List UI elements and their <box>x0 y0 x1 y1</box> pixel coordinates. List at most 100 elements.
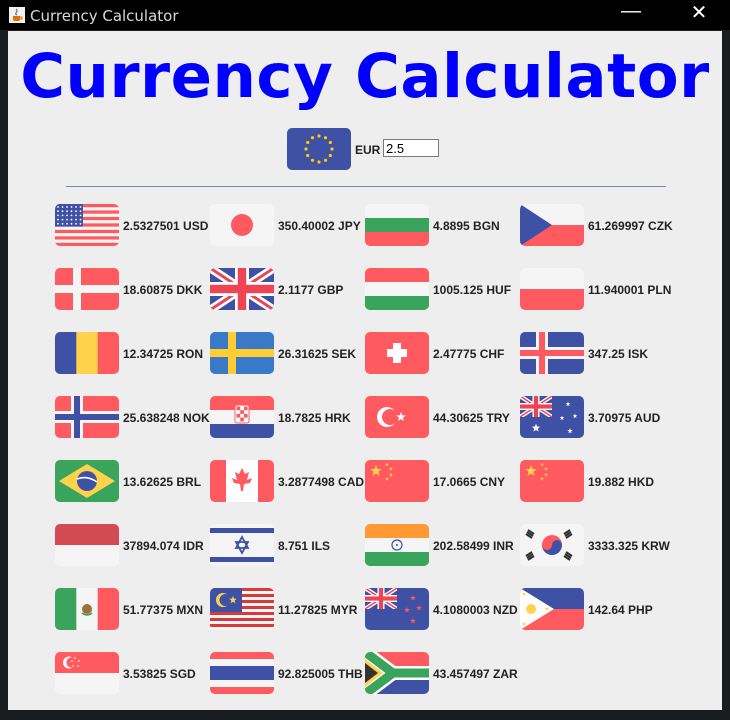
sg-flag-icon <box>55 652 119 694</box>
minimize-button[interactable]: — <box>616 0 646 30</box>
currency-rate-zar: 43.457497 ZAR <box>365 652 520 696</box>
currency-rate-idr: 37894.074 IDR <box>55 524 210 568</box>
currency-rate-mxn: 51.77375 MXN <box>55 588 210 632</box>
rate-value: 13.62625 BRL <box>123 475 202 489</box>
currency-rate-pln: 11.940001 PLN <box>520 268 675 312</box>
au-flag-icon <box>520 396 584 438</box>
rate-value: 3333.325 KRW <box>588 539 670 553</box>
rate-value: 3.2877498 CAD <box>278 475 365 489</box>
rate-value: 17.0665 CNY <box>433 475 506 489</box>
currency-rate-isk: 347.25 ISK <box>520 332 675 376</box>
rate-value: 2.5327501 USD <box>123 219 209 233</box>
rate-value: 347.25 ISK <box>588 347 649 361</box>
ch-flag-icon <box>365 332 429 374</box>
us-flag-icon <box>55 204 119 246</box>
currency-rate-ils: 8.751 ILS <box>210 524 365 568</box>
rate-value: 37894.074 IDR <box>123 539 204 553</box>
rate-value: 3.70975 AUD <box>588 411 661 425</box>
rate-value: 3.53825 SGD <box>123 667 196 681</box>
ph-flag-icon <box>520 588 584 630</box>
amount-input[interactable] <box>383 139 439 157</box>
currency-rate-nzd: 4.1080003 NZD <box>365 588 520 632</box>
currency-rate-sek: 26.31625 SEK <box>210 332 365 376</box>
rate-value: 11.27825 MYR <box>278 603 358 617</box>
page-title: Currency Calculator <box>20 41 710 112</box>
currency-rate-nok: 25.638248 NOK <box>55 396 210 440</box>
rate-value: 2.1177 GBP <box>278 283 344 297</box>
jp-flag-icon <box>210 204 274 246</box>
currency-rate-cny: 17.0665 CNY <box>365 460 520 504</box>
gb-flag-icon <box>210 268 274 310</box>
currency-rate-thb: 92.825005 THB <box>210 652 365 696</box>
rate-value: 51.77375 MXN <box>123 603 204 617</box>
hu-flag-icon <box>365 268 429 310</box>
bg-flag-icon <box>365 204 429 246</box>
currency-rate-bgn: 4.8895 BGN <box>365 204 520 248</box>
kr-flag-icon <box>520 524 584 566</box>
hr-flag-icon <box>210 396 274 438</box>
se-flag-icon <box>210 332 274 374</box>
th-flag-icon <box>210 652 274 694</box>
rate-value: 12.34725 RON <box>123 347 204 361</box>
window-title: Currency Calculator <box>30 7 179 25</box>
is-flag-icon <box>520 332 584 374</box>
currency-rate-php: 142.64 PHP <box>520 588 675 632</box>
rate-value: 61.269997 CZK <box>588 219 673 233</box>
currency-rate-inr: 202.58499 INR <box>365 524 520 568</box>
za-flag-icon <box>365 652 429 694</box>
rate-value: 18.7825 HRK <box>278 411 351 425</box>
rate-value: 43.457497 ZAR <box>433 667 518 681</box>
tr-flag-icon <box>365 396 429 438</box>
rate-value: 2.47775 CHF <box>433 347 505 361</box>
currency-rate-hkd: 19.882 HKD <box>520 460 675 504</box>
base-currency-label: EUR <box>355 143 381 157</box>
rate-value: 4.1080003 NZD <box>433 603 518 617</box>
br-flag-icon <box>55 460 119 502</box>
close-button[interactable]: ✕ <box>684 0 714 30</box>
rate-value: 202.58499 INR <box>433 539 514 553</box>
window-titlebar: Currency Calculator — ✕ <box>0 0 730 30</box>
ro-flag-icon <box>55 332 119 374</box>
rate-value: 142.64 PHP <box>588 603 653 617</box>
pl-flag-icon <box>520 268 584 310</box>
rate-value: 26.31625 SEK <box>278 347 357 361</box>
cn-flag-icon <box>365 460 429 502</box>
currency-rate-sgd: 3.53825 SGD <box>55 652 210 696</box>
no-flag-icon <box>55 396 119 438</box>
currency-rate-try: 44.30625 TRY <box>365 396 520 440</box>
currency-rate-ron: 12.34725 RON <box>55 332 210 376</box>
rate-value: 18.60875 DKK <box>123 283 203 297</box>
cz-flag-icon <box>520 204 584 246</box>
currency-rate-aud: 3.70975 AUD <box>520 396 675 440</box>
rate-value: 25.638248 NOK <box>123 411 210 425</box>
separator <box>66 186 666 187</box>
rate-value: 11.940001 PLN <box>588 283 672 297</box>
currency-rate-myr: 11.27825 MYR <box>210 588 365 632</box>
java-cup-icon <box>9 7 25 23</box>
rate-value: 19.882 HKD <box>588 475 655 489</box>
currency-rate-krw: 3333.325 KRW <box>520 524 675 568</box>
currency-rate-gbp: 2.1177 GBP <box>210 268 365 312</box>
currency-rate-cad: 3.2877498 CAD <box>210 460 365 504</box>
currency-rate-dkk: 18.60875 DKK <box>55 268 210 312</box>
rate-value: 8.751 ILS <box>278 539 331 553</box>
eu-flag-icon <box>287 128 351 170</box>
mx-flag-icon <box>55 588 119 630</box>
id-flag-icon <box>55 524 119 566</box>
currency-rate-usd: 2.5327501 USD <box>55 204 210 248</box>
currency-rate-czk: 61.269997 CZK <box>520 204 675 248</box>
nz-flag-icon <box>365 588 429 630</box>
rate-value: 350.40002 JPY <box>278 219 361 233</box>
il-flag-icon <box>210 524 274 566</box>
rate-value: 4.8895 BGN <box>433 219 500 233</box>
in-flag-icon <box>365 524 429 566</box>
currency-rate-jpy: 350.40002 JPY <box>210 204 365 248</box>
my-flag-icon <box>210 588 274 630</box>
hk-flag-icon <box>520 460 584 502</box>
rate-value: 92.825005 THB <box>278 667 363 681</box>
currency-rate-huf: 1005.125 HUF <box>365 268 520 312</box>
rate-value: 1005.125 HUF <box>433 283 512 297</box>
currency-rate-chf: 2.47775 CHF <box>365 332 520 376</box>
currency-rate-brl: 13.62625 BRL <box>55 460 210 504</box>
dk-flag-icon <box>55 268 119 310</box>
